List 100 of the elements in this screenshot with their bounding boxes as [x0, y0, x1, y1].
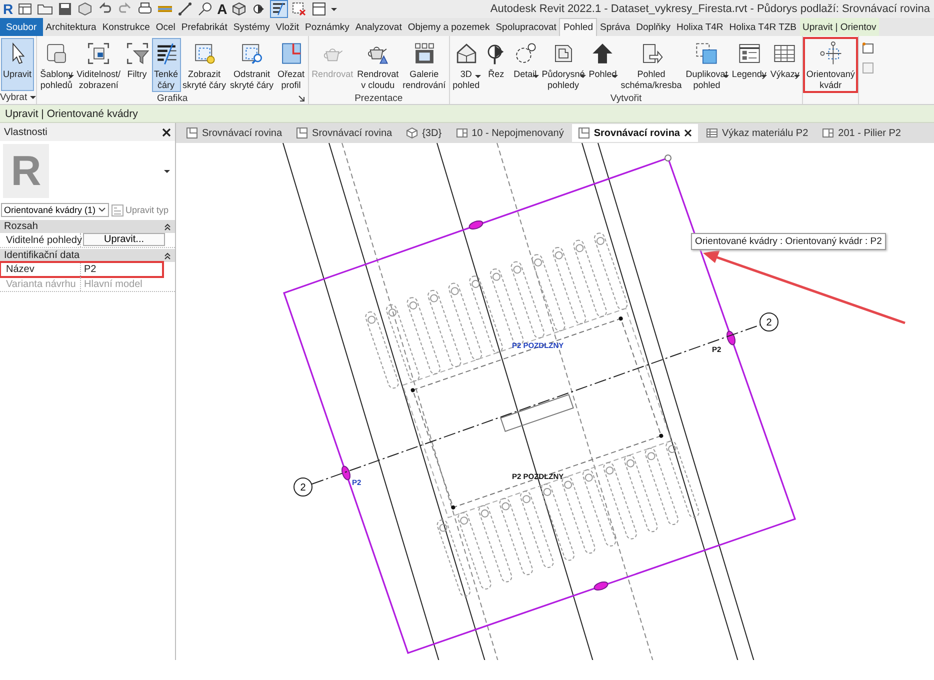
thin-lines-icon[interactable] — [271, 1, 288, 17]
ribbon-button[interactable]: Zobrazit skryté čáry — [180, 38, 228, 92]
grip-handle[interactable] — [726, 330, 736, 346]
caret-icon — [580, 75, 586, 78]
scope-box-icon — [818, 41, 844, 66]
property-name: Varianta návrhu — [0, 277, 81, 291]
ribbon-button[interactable]: Upravit — [1, 38, 34, 91]
ribbon-tab[interactable]: Holixa T4R TZB — [726, 18, 800, 36]
ribbon-tab[interactable]: Upravit | Orientov — [800, 18, 880, 36]
dimension-icon[interactable] — [177, 1, 194, 17]
ribbon-button[interactable]: Pohled schéma/kresba — [618, 38, 684, 92]
close-windows-icon[interactable] — [291, 1, 308, 17]
view-tab[interactable]: Srovnávací rovina — [290, 124, 398, 142]
caret-icon — [761, 75, 768, 78]
ribbon-tab[interactable]: Objemy a pozemek — [404, 18, 493, 36]
ribbon-tab[interactable]: Systémy — [230, 18, 273, 36]
plan-view-icon — [578, 127, 590, 139]
ribbon-tab[interactable]: Poznámky — [302, 18, 352, 36]
tooltip: Orientované kvádry : Orientovaný kvádr : P2 — [691, 233, 886, 250]
caret-icon — [722, 75, 729, 78]
ribbon-tab[interactable]: Ocel — [152, 18, 178, 36]
view-tab[interactable]: Výkaz materiálu P2 — [700, 124, 814, 142]
cube-icon[interactable] — [231, 1, 248, 17]
window-icon[interactable] — [862, 42, 874, 54]
legend-icon — [736, 41, 762, 66]
cube-icon — [406, 127, 418, 139]
close-icon[interactable] — [162, 128, 171, 136]
switch-windows-icon[interactable] — [311, 1, 328, 17]
ribbon-button[interactable]: 3D pohled — [450, 38, 482, 92]
caret-icon — [474, 75, 481, 78]
ribbon-tab[interactable]: Architektura — [42, 18, 100, 36]
collapse-icon[interactable] — [164, 222, 171, 230]
property-value: Hlavní model — [83, 278, 144, 291]
edit-button[interactable]: Upravit... — [83, 233, 165, 246]
plan-view-icon — [186, 127, 198, 139]
sheet-icon — [822, 127, 834, 139]
ribbon-tab[interactable]: Holixa T4R — [673, 18, 726, 36]
ribbon-tab[interactable]: Spolupracovat — [492, 18, 560, 36]
dialog-launcher-icon[interactable] — [298, 95, 305, 102]
ribbon-button[interactable]: Ořezat profil — [276, 38, 307, 92]
caret-icon — [794, 75, 800, 78]
ribbon-tab[interactable]: Vložit — [272, 18, 302, 36]
view-tab[interactable]: {3D} — [400, 124, 448, 142]
grip-handle[interactable] — [468, 220, 484, 230]
ribbon-button[interactable]: Rendrovat v cloudu — [355, 38, 401, 92]
grid-bubble[interactable]: 2 — [294, 478, 312, 496]
caret-icon — [612, 75, 618, 78]
section-header: Rozsah — [4, 221, 38, 232]
tag-icon[interactable] — [197, 1, 214, 17]
ribbon-button[interactable]: Odstranit skryté čáry — [228, 38, 276, 92]
group-label: Prezentace — [354, 92, 403, 104]
ribbon-tab[interactable]: Analyzovat — [352, 18, 405, 36]
caret-icon — [68, 75, 74, 78]
ribbon-button[interactable]: Pohled — [586, 38, 619, 92]
context-label: Upravit | Orientované kvádry — [5, 108, 138, 120]
grip-handle[interactable] — [594, 581, 608, 591]
close-icon[interactable] — [684, 129, 692, 137]
app-logo[interactable]: R — [3, 1, 14, 17]
ribbon-button[interactable]: Viditelnost/ zobrazení — [74, 38, 123, 92]
property-value[interactable]: P2 — [81, 262, 163, 276]
grip-handle[interactable] — [341, 466, 351, 480]
ribbon-tab[interactable]: Soubor — [0, 18, 43, 36]
collapse-icon[interactable] — [164, 252, 171, 260]
ribbon-button[interactable]: Detail — [510, 38, 540, 92]
ribbon-tab[interactable]: Pohled — [559, 18, 598, 36]
plan-view-icon — [296, 127, 308, 139]
ribbon-tab[interactable]: Správa — [597, 18, 634, 36]
text-tool[interactable]: A — [217, 1, 228, 17]
sheet-icon — [456, 127, 468, 139]
caret-icon — [164, 170, 170, 172]
view-tab[interactable]: Srovnávací rovina — [180, 124, 288, 142]
section-header: Identifikační data — [4, 250, 80, 261]
window-icon[interactable] — [17, 1, 34, 17]
ribbon-button[interactable]: Orientovaný kvádr — [804, 38, 857, 92]
save-icon[interactable] — [57, 1, 74, 17]
ribbon-button[interactable]: Duplikovat pohled — [684, 38, 730, 92]
filter-icon — [124, 41, 150, 66]
ribbon-button[interactable]: Tenké čáry — [152, 38, 181, 92]
group-label: Grafika — [157, 92, 188, 104]
view-tab[interactable]: 201 - Pilier P2 — [816, 124, 907, 142]
table-icon — [706, 127, 718, 139]
rotate-handle[interactable] — [664, 154, 672, 162]
property-name: Viditelné pohledy — [0, 233, 81, 247]
ribbon-tab[interactable]: Prefabrikát — [178, 18, 230, 36]
ribbon-tab[interactable]: Doplňky — [633, 18, 674, 36]
type-selector[interactable]: Orientované kvádry (1) — [1, 203, 109, 217]
ribbon-button[interactable]: Legendy — [730, 38, 768, 92]
ribbon-button[interactable]: Filtry — [122, 38, 152, 92]
grid-bubble[interactable]: 2 — [760, 312, 778, 332]
ribbon-tab[interactable]: Konstrukce — [99, 18, 153, 36]
ribbon-button[interactable]: Šablony pohledů — [38, 38, 75, 92]
ribbon-button[interactable]: Řez — [482, 38, 511, 92]
magnifier-frame-icon — [239, 41, 264, 66]
chevron-down-icon — [98, 207, 106, 213]
view-tab[interactable]: 10 - Nepojmenovaný — [450, 124, 570, 142]
panel-title: Vlastnosti — [4, 126, 48, 138]
duplicate-icon — [694, 41, 720, 66]
ribbon-button[interactable]: Galerie rendrování — [400, 38, 448, 92]
view-tab[interactable]: Srovnávací rovina — [572, 124, 698, 142]
ribbon-button[interactable]: Půdorysné pohledy — [540, 38, 587, 92]
